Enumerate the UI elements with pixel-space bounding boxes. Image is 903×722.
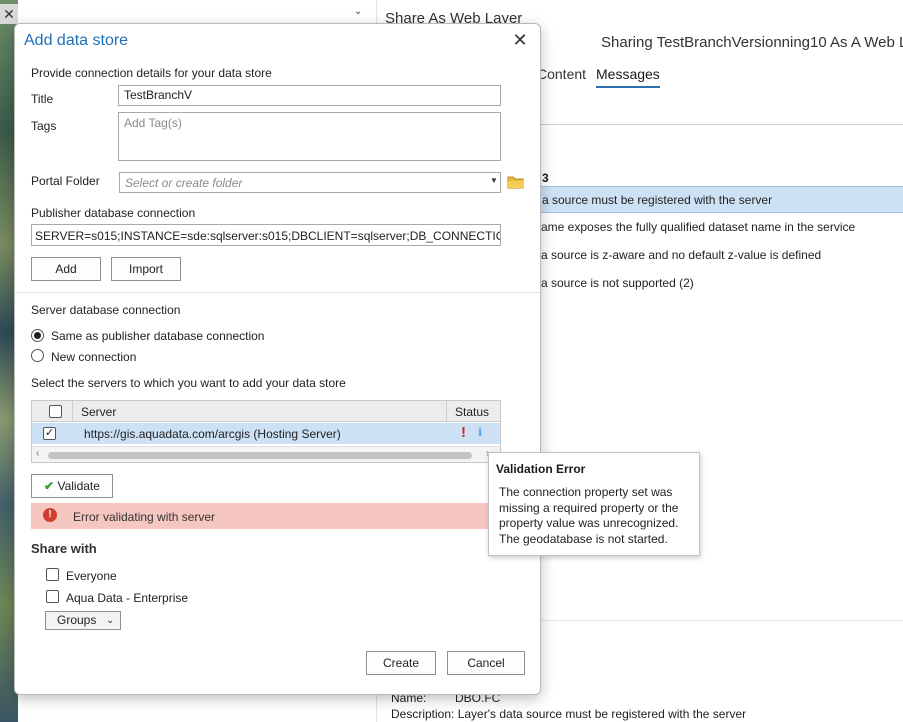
chevron-down-icon: ⌄ <box>106 615 115 626</box>
add-button[interactable]: Add <box>31 257 101 281</box>
message-row[interactable]: a source is z-aware and no default z-val… <box>537 242 903 269</box>
select-all-checkbox[interactable] <box>49 405 62 418</box>
validate-button[interactable]: ✔ Validate <box>31 474 113 498</box>
error-icon: ! <box>43 508 57 522</box>
chevron-down-icon: ▼ <box>490 176 498 185</box>
everyone-checkbox[interactable] <box>46 568 59 581</box>
scroll-left-icon[interactable]: ‹ <box>36 448 39 459</box>
info-icon[interactable]: i <box>478 426 482 439</box>
server-table: Server Status ✓ https://gis.aquadata.com… <box>31 400 501 463</box>
intro-text: Provide connection details for your data… <box>31 66 272 80</box>
tooltip-line: property value was unrecognized. <box>499 516 679 530</box>
radio-same-label: Same as publisher database connection <box>51 329 265 343</box>
error-icon[interactable]: ! <box>461 424 466 441</box>
tooltip-line: missing a required property or the <box>499 500 679 515</box>
validate-label: Validate <box>57 479 100 493</box>
detail-description-value: Layer's data source must be registered w… <box>457 707 747 721</box>
message-row[interactable]: a source must be registered with the ser… <box>537 186 903 213</box>
row-checkbox[interactable]: ✓ <box>43 427 56 440</box>
organization-label: Aqua Data - Enterprise <box>66 591 189 605</box>
radio-new-connection[interactable] <box>31 349 44 362</box>
organization-checkbox[interactable] <box>46 590 59 603</box>
column-separator <box>446 401 447 422</box>
column-header-status[interactable]: Status <box>455 405 489 419</box>
column-separator <box>72 401 73 422</box>
portal-folder-label: Portal Folder <box>31 174 100 188</box>
tooltip-title: Validation Error <box>496 462 586 476</box>
tooltip-body: The connection property set was missing … <box>499 485 695 547</box>
tab-messages[interactable]: Messages <box>596 66 660 88</box>
server-connection-label: Server database connection <box>31 303 181 317</box>
pane-subtitle: Sharing TestBranchVersionning10 As A Web… <box>601 34 903 51</box>
tags-input[interactable]: Add Tag(s) <box>118 112 501 161</box>
portal-folder-placeholder: Select or create folder <box>125 176 243 190</box>
share-with-heading: Share with <box>31 541 97 556</box>
validation-error-tooltip: Validation Error The connection property… <box>488 452 700 556</box>
select-servers-label: Select the servers to which you want to … <box>31 376 346 390</box>
publisher-connection-input[interactable]: SERVER=s015;INSTANCE=sde:sqlserver:s015;… <box>31 224 501 246</box>
close-icon[interactable]: ✕ <box>510 30 530 50</box>
import-button[interactable]: Import <box>111 257 181 281</box>
table-row[interactable]: ✓ https://gis.aquadata.com/arcgis (Hosti… <box>32 423 500 444</box>
create-button[interactable]: Create <box>366 651 436 675</box>
detail-description-label: Description: <box>391 707 455 721</box>
horizontal-scrollbar[interactable]: ‹ › <box>32 446 500 462</box>
portal-folder-select[interactable]: Select or create folder ▼ <box>119 172 501 193</box>
tags-label: Tags <box>31 119 57 133</box>
folder-icon[interactable] <box>507 174 525 193</box>
table-header: Server Status <box>32 401 500 422</box>
checkmark-icon: ✔ <box>44 479 55 493</box>
groups-label: Groups <box>57 613 97 627</box>
message-count: 3 <box>542 171 549 185</box>
publisher-connection-label: Publisher database connection <box>31 206 196 220</box>
section-divider <box>15 292 540 293</box>
chevron-down-icon[interactable]: ⌄ <box>354 6 362 17</box>
error-message: Error validating with server <box>73 510 216 524</box>
tooltip-line: The connection property set was <box>499 485 673 499</box>
everyone-label: Everyone <box>66 569 117 583</box>
pane-divider <box>541 124 903 125</box>
cancel-button[interactable]: Cancel <box>447 651 525 675</box>
message-row[interactable]: ame exposes the fully qualified dataset … <box>537 214 903 241</box>
column-header-server[interactable]: Server <box>81 405 116 419</box>
groups-dropdown[interactable]: Groups ⌄ <box>45 611 121 630</box>
dialog-title: Add data store <box>24 32 129 49</box>
error-banner: ! Error validating with server › <box>31 503 501 529</box>
radio-new-label: New connection <box>51 350 137 364</box>
add-data-store-dialog: Add data store ✕ Provide connection deta… <box>14 23 541 695</box>
tooltip-line: The geodatabase is not started. <box>499 531 668 546</box>
message-row[interactable]: a source is not supported (2) <box>537 270 903 297</box>
map-close-icon[interactable]: ✕ <box>0 4 18 24</box>
radio-same-connection[interactable] <box>31 329 44 342</box>
tab-content[interactable]: Content <box>537 66 586 82</box>
title-label: Title <box>31 92 54 106</box>
scrollbar-thumb[interactable] <box>48 452 472 459</box>
detail-description-row: Description: Layer's data source must be… <box>391 707 746 721</box>
server-url: https://gis.aquadata.com/arcgis (Hosting… <box>84 427 341 441</box>
title-input[interactable]: TestBranchV <box>118 85 501 106</box>
